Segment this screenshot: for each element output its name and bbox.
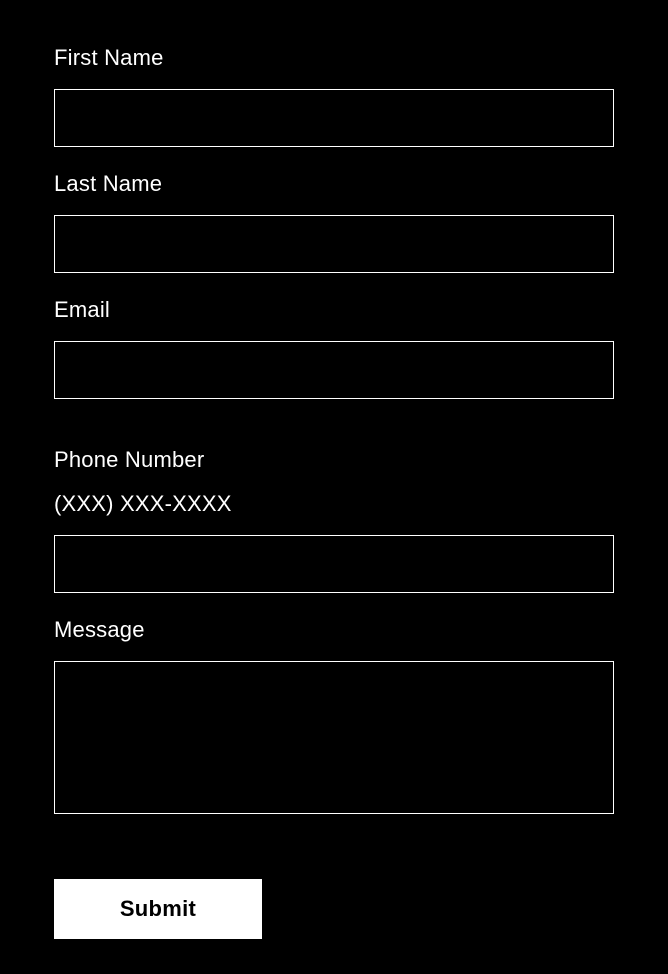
phone-input[interactable] [54, 535, 614, 593]
email-input[interactable] [54, 341, 614, 399]
last-name-label: Last Name [54, 171, 614, 197]
phone-hint: (XXX) XXX-XXXX [54, 491, 614, 517]
last-name-field: Last Name [54, 171, 614, 273]
submit-button[interactable]: Submit [54, 879, 262, 939]
message-field: Message [54, 617, 614, 819]
phone-field: Phone Number (XXX) XXX-XXXX [54, 447, 614, 593]
last-name-input[interactable] [54, 215, 614, 273]
first-name-input[interactable] [54, 89, 614, 147]
first-name-label: First Name [54, 45, 614, 71]
phone-label: Phone Number [54, 447, 614, 473]
email-field: Email [54, 297, 614, 399]
message-label: Message [54, 617, 614, 643]
message-input[interactable] [54, 661, 614, 814]
first-name-field: First Name [54, 45, 614, 147]
email-label: Email [54, 297, 614, 323]
contact-form: First Name Last Name Email Phone Number … [54, 45, 614, 939]
